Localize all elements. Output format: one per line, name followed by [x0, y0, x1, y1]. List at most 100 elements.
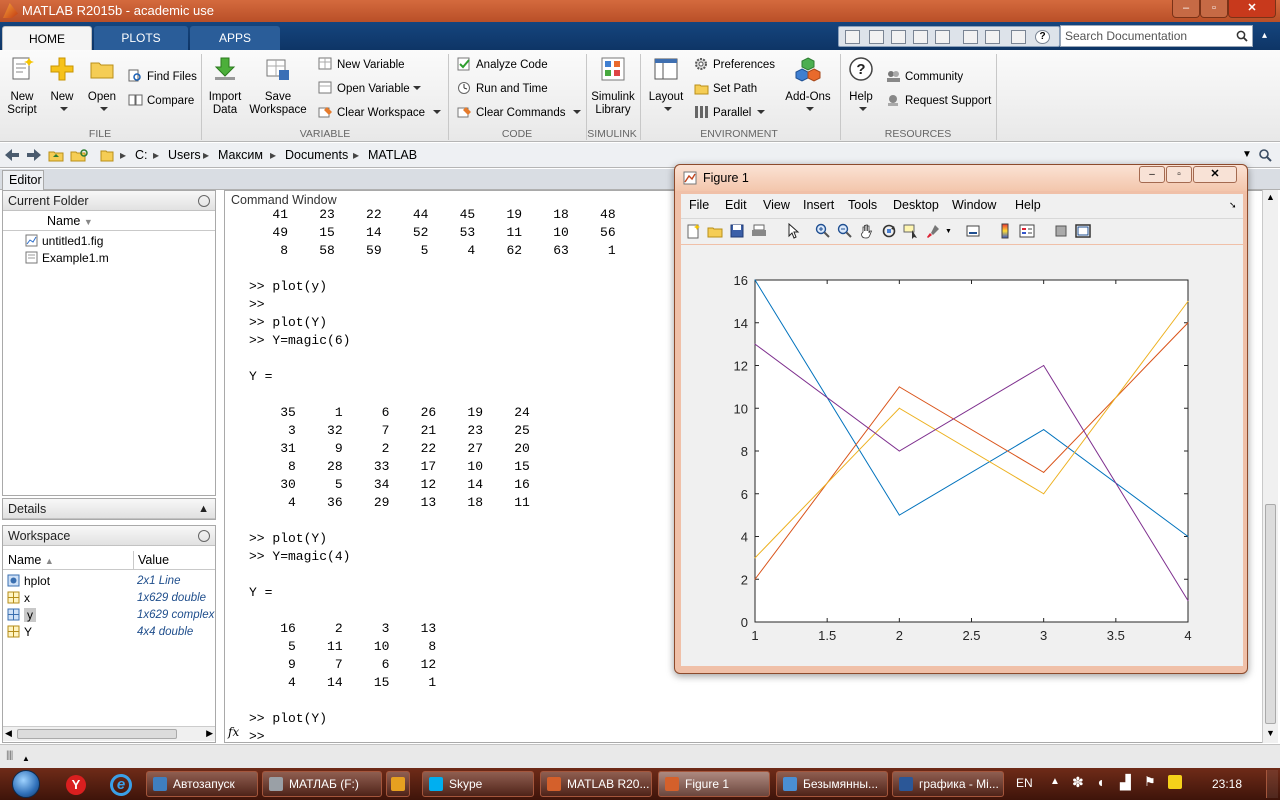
- parallel-button[interactable]: Parallel: [694, 104, 766, 122]
- taskbar-item[interactable]: Автозапуск: [146, 771, 258, 797]
- details-panel[interactable]: Details ▲: [2, 498, 216, 520]
- help-button[interactable]: ? Help: [846, 56, 876, 117]
- find-files-button[interactable]: Find Files: [128, 68, 197, 86]
- language-indicator[interactable]: EN: [1016, 776, 1033, 790]
- menu-window[interactable]: Window: [952, 198, 996, 212]
- scroll-thumb[interactable]: [1265, 504, 1276, 724]
- compare-button[interactable]: Compare: [128, 92, 194, 110]
- copy-icon[interactable]: [913, 30, 928, 44]
- open-variable-button[interactable]: Open Variable: [318, 80, 421, 98]
- maximize-button[interactable]: ▫: [1200, 0, 1228, 18]
- set-path-button[interactable]: Set Path: [694, 80, 757, 98]
- taskbar-item[interactable]: [386, 771, 410, 797]
- save-workspace-button[interactable]: Save Workspace: [248, 56, 308, 117]
- workspace-hscrollbar[interactable]: ◀ ▶: [3, 726, 215, 741]
- workspace-variable-row[interactable]: x: [7, 590, 30, 607]
- taskbar-item[interactable]: Figure 1: [658, 771, 770, 797]
- paste-icon[interactable]: [935, 30, 950, 44]
- column-name[interactable]: Name ▲: [3, 551, 134, 570]
- tray-expand-icon[interactable]: ▲: [1050, 776, 1060, 787]
- crumb-user[interactable]: Максим: [218, 148, 263, 162]
- scroll-down-icon[interactable]: ▼: [1266, 728, 1275, 738]
- zoom-in-icon[interactable]: [815, 223, 831, 239]
- taskbar-item[interactable]: графика - Mi...: [892, 771, 1004, 797]
- save-figure-icon[interactable]: [729, 223, 745, 239]
- yandex-browser-icon[interactable]: Y: [66, 775, 86, 795]
- new-button[interactable]: New: [46, 56, 78, 117]
- insert-legend-icon[interactable]: [1019, 223, 1035, 239]
- scroll-thumb[interactable]: [17, 729, 177, 739]
- up-folder-icon[interactable]: [48, 148, 64, 162]
- chevron-up-icon[interactable]: ▲: [198, 499, 209, 519]
- network-icon[interactable]: ▟: [1120, 774, 1131, 791]
- show-desktop-button[interactable]: [1266, 770, 1278, 798]
- cut-icon[interactable]: [891, 30, 906, 44]
- undo-icon[interactable]: [963, 30, 978, 44]
- analyze-code-button[interactable]: Analyze Code: [457, 56, 548, 74]
- community-button[interactable]: Community: [886, 68, 963, 86]
- clear-commands-button[interactable]: Clear Commands: [457, 104, 582, 122]
- figure-maximize-button[interactable]: ▫: [1166, 166, 1192, 183]
- browse-folder-icon[interactable]: [70, 148, 88, 162]
- figure-minimize-button[interactable]: –: [1139, 166, 1165, 183]
- function-browser-icon[interactable]: fx: [228, 725, 239, 739]
- simulink-library-button[interactable]: Simulink Library: [590, 56, 636, 117]
- clock[interactable]: 23:18: [1212, 777, 1242, 791]
- search-documentation-input[interactable]: Search Documentation: [1060, 25, 1253, 47]
- crumb-drive[interactable]: C:: [135, 148, 148, 162]
- tab-plots[interactable]: PLOTS: [94, 26, 188, 50]
- start-button[interactable]: [4, 768, 50, 800]
- workspace-variable-row[interactable]: Y: [7, 624, 32, 641]
- crumb-users[interactable]: Users: [168, 148, 201, 162]
- action-center-flag-icon[interactable]: ⚑: [1144, 774, 1156, 790]
- column-name[interactable]: Name ▼: [3, 212, 215, 231]
- tray-app-icon[interactable]: ✽: [1072, 774, 1084, 791]
- preferences-button[interactable]: Preferences: [694, 56, 775, 74]
- file-item[interactable]: Example1.m: [25, 250, 109, 267]
- dock-arrow-icon[interactable]: ➘: [1229, 200, 1237, 211]
- taskbar-item[interactable]: MATLAB R20...: [540, 771, 652, 797]
- panel-actions-icon[interactable]: [198, 530, 210, 542]
- menu-tools[interactable]: Tools: [848, 198, 877, 212]
- hide-plot-tools-icon[interactable]: [1053, 223, 1069, 239]
- menu-edit[interactable]: Edit: [725, 198, 747, 212]
- pan-hand-icon[interactable]: [859, 223, 875, 239]
- tray-note-icon[interactable]: [1168, 775, 1182, 789]
- workspace-variable-row[interactable]: y: [7, 607, 36, 624]
- run-and-time-button[interactable]: Run and Time: [457, 80, 548, 98]
- crumb-matlab[interactable]: MATLAB: [368, 148, 417, 162]
- menu-view[interactable]: View: [763, 198, 790, 212]
- command-vscrollbar[interactable]: ▲ ▼: [1262, 190, 1278, 743]
- clear-workspace-button[interactable]: Clear Workspace: [318, 104, 441, 122]
- save-icon[interactable]: [869, 30, 884, 44]
- new-variable-button[interactable]: New Variable: [318, 56, 405, 74]
- menu-desktop[interactable]: Desktop: [893, 198, 939, 212]
- brush-icon[interactable]: [925, 223, 941, 239]
- help-icon[interactable]: ?: [1035, 30, 1050, 44]
- workspace-variable-row[interactable]: hplot: [7, 573, 50, 590]
- layout-button[interactable]: Layout: [646, 56, 686, 117]
- scroll-up-icon[interactable]: ▲: [1266, 192, 1275, 202]
- tab-home[interactable]: HOME: [2, 26, 92, 50]
- figure-canvas[interactable]: 1 1.5 2 2.5 3 3.5 4 0 2 4 6 8 10 12 14 16: [681, 245, 1243, 666]
- ribbon-collapse-icon[interactable]: ▴: [1262, 30, 1267, 41]
- request-support-button[interactable]: Request Support: [886, 92, 991, 110]
- tab-editor[interactable]: Editor: [2, 170, 44, 190]
- rotate-3d-icon[interactable]: [881, 223, 897, 239]
- panel-actions-icon[interactable]: [198, 195, 210, 207]
- redo-icon[interactable]: [985, 30, 1000, 44]
- insert-colorbar-icon[interactable]: [997, 223, 1013, 239]
- add-ons-button[interactable]: Add-Ons: [784, 56, 832, 117]
- path-dropdown-icon[interactable]: ▼: [1242, 149, 1252, 160]
- show-plot-tools-icon[interactable]: [1075, 223, 1091, 239]
- tab-apps[interactable]: APPS: [190, 26, 280, 50]
- open-button[interactable]: Open: [86, 56, 118, 117]
- file-item[interactable]: untitled1.fig: [25, 233, 103, 250]
- new-figure-icon[interactable]: [685, 223, 701, 239]
- publish-icon[interactable]: [845, 30, 860, 44]
- internet-explorer-icon[interactable]: e: [110, 774, 132, 796]
- crumb-documents[interactable]: Documents: [285, 148, 348, 162]
- minimize-button[interactable]: –: [1172, 0, 1200, 18]
- print-icon[interactable]: [751, 223, 767, 239]
- open-file-icon[interactable]: [707, 223, 723, 239]
